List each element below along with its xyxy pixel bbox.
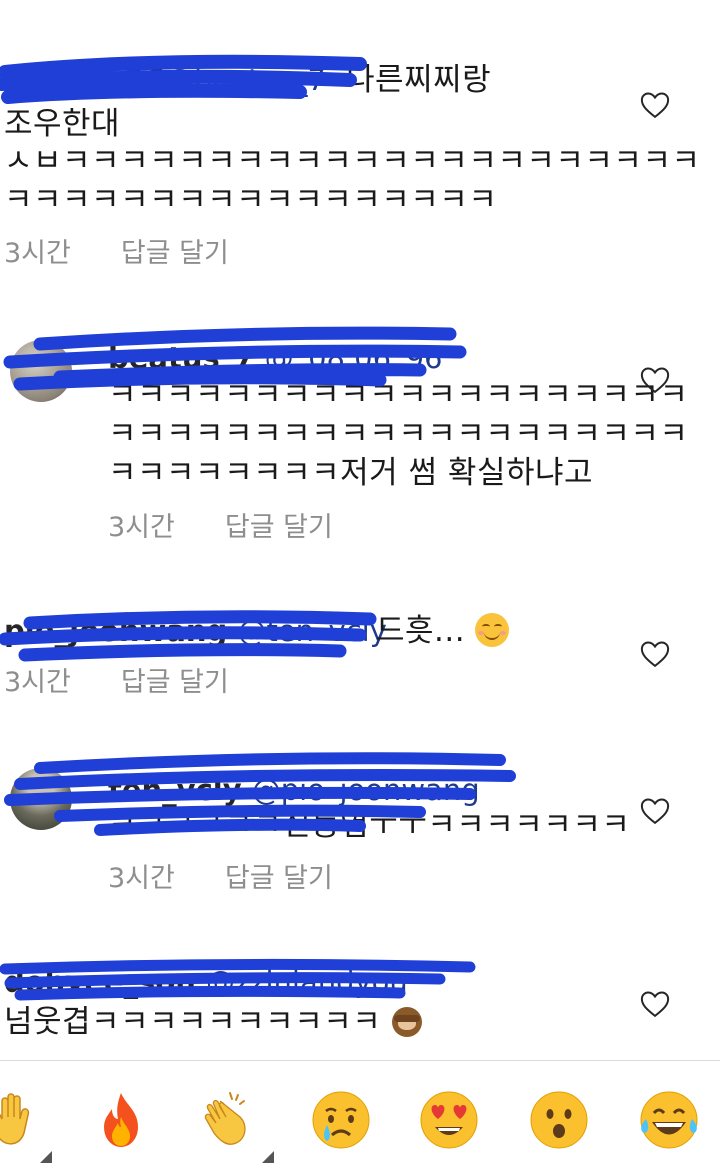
- comment-4-reply-button[interactable]: 답글 달기: [225, 863, 333, 894]
- comment-4-meta: 3시간 답글 달기: [108, 861, 333, 897]
- comment-5-mention[interactable]: @zziniandyou: [206, 965, 408, 999]
- comment-5-text-line-1: 넘웃겹ㅋㅋㅋㅋㅋㅋㅋㅋㅋㅋ: [4, 1002, 422, 1042]
- comment-1-reply-button[interactable]: 답글 달기: [121, 238, 229, 269]
- comment-5-username[interactable]: dohyee_son @zziniandyou: [4, 962, 408, 1002]
- avatar[interactable]: [10, 768, 72, 830]
- comment-3-username[interactable]: pio_joonwang @ten_vcly: [4, 611, 387, 651]
- avatar[interactable]: [10, 340, 72, 402]
- heart-outline-icon[interactable]: [640, 640, 670, 668]
- comment-3-meta: 3시간 답글 달기: [4, 665, 229, 701]
- clapping-hands-emoji[interactable]: [200, 1089, 262, 1151]
- comment-2-time: 3시간: [108, 512, 175, 543]
- comment-3-time: 3시간: [4, 667, 71, 698]
- smiling-face-emoji: [475, 613, 510, 647]
- comment-4-username[interactable]: ten_vcly @pio_joonwang: [108, 770, 480, 810]
- comment-4-mention[interactable]: @pio_joonwang: [252, 773, 480, 807]
- heart-outline-icon[interactable]: [640, 91, 670, 119]
- comment-4-time: 3시간: [108, 863, 175, 894]
- variant-indicator-icon: [262, 1151, 274, 1163]
- comment-4-text-line-1: ㅋㅋㅋㅋㅋㅋ신동엽ㅜㅜㅋㅋㅋㅋㅋㅋㅋ: [108, 807, 631, 843]
- comment-1-username[interactable]: _08.06_96@beatus_7: [4, 60, 326, 100]
- comment-2-mention[interactable]: @_08.06_96: [265, 341, 443, 375]
- see-no-evil-monkey-emoji: [391, 1007, 422, 1037]
- fire-emoji[interactable]: [90, 1089, 152, 1151]
- comment-1-text-line-1: 다른찌찌랑: [346, 62, 492, 98]
- comment-1-time: 3시간: [4, 238, 71, 269]
- comment-3-reply-button[interactable]: 답글 달기: [121, 667, 229, 698]
- comment-1-text-line-3: ㅅㅂㅋㅋㅋㅋㅋㅋㅋㅋㅋㅋㅋㅋㅋㅋㅋㅋㅋㅋㅋㅋㅋㅋ: [4, 143, 701, 179]
- comment-2-text-line-3: ㅋㅋㅋㅋㅋㅋㅋㅋ저거 썸 확실하냐고: [108, 455, 594, 491]
- tears-of-joy-emoji[interactable]: [638, 1089, 700, 1151]
- heart-outline-icon[interactable]: [640, 990, 670, 1018]
- comment-2-text-line-2: ㅋㅋㅋㅋㅋㅋㅋㅋㅋㅋㅋㅋㅋㅋㅋㅋㅋㅋㅋㅋ: [108, 416, 689, 452]
- comment-1-meta: 3시간 답글 달기: [4, 236, 229, 272]
- surprised-face-emoji[interactable]: [528, 1089, 590, 1151]
- comment-1-mention[interactable]: @beatus_7: [165, 63, 326, 97]
- heart-outline-icon[interactable]: [640, 366, 670, 394]
- comment-3-mention[interactable]: @ten_vcly: [237, 614, 386, 648]
- comment-2-username[interactable]: beatus_7 @_08.06_96: [108, 338, 443, 378]
- variant-indicator-icon: [40, 1151, 52, 1163]
- comment-2-text-line-1: ㅋㅋㅋㅋㅋㅋㅋㅋㅋㅋㅋㅋㅋㅋㅋㅋㅋㅋㅋㅋ: [108, 377, 689, 413]
- comment-1-text-line-4: ㅋㅋㅋㅋㅋㅋㅋㅋㅋㅋㅋㅋㅋㅋㅋㅋㅋ: [4, 182, 498, 218]
- emoji-reaction-bar: [0, 1060, 720, 1174]
- heart-eyes-emoji[interactable]: [418, 1089, 480, 1151]
- comment-2-meta: 3시간 답글 달기: [108, 510, 333, 546]
- comment-2-reply-button[interactable]: 답글 달기: [225, 512, 333, 543]
- heart-outline-icon[interactable]: [640, 797, 670, 825]
- waving-hand-emoji[interactable]: [0, 1089, 48, 1151]
- comment-1-text-line-2: 조우한대: [4, 106, 121, 142]
- comment-3-text-line-1: 드흣...: [376, 611, 510, 651]
- crying-face-emoji[interactable]: [310, 1089, 372, 1151]
